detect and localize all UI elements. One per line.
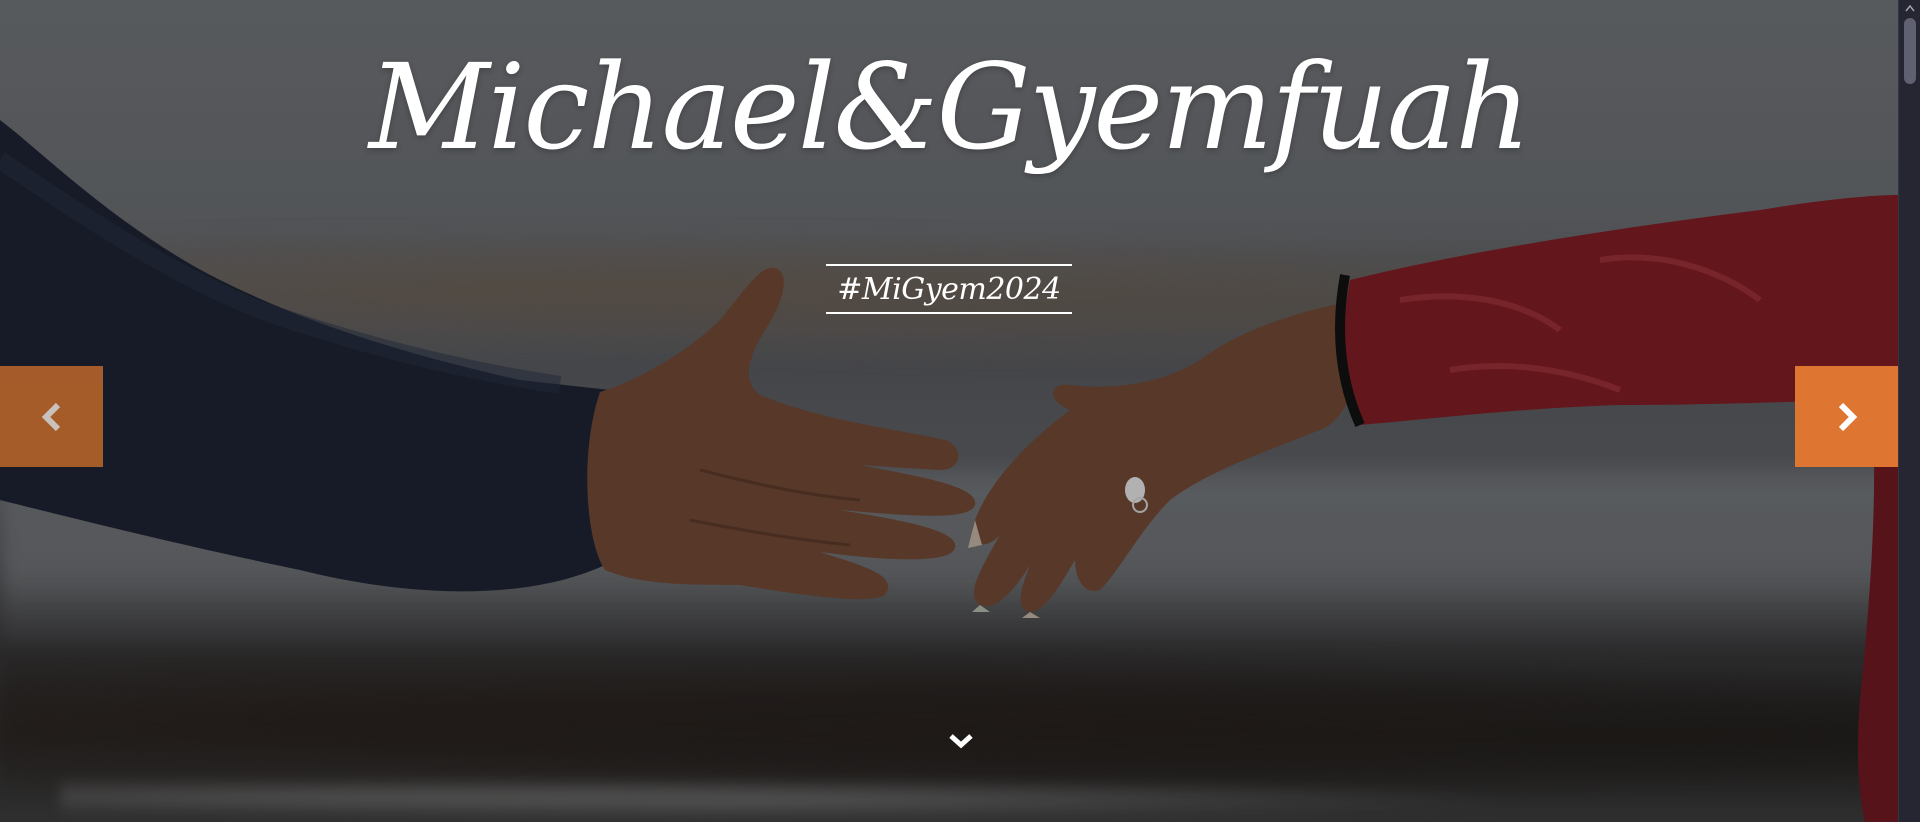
hero-slide: Michael&Gyemfuah #MiGyem2024 <box>0 0 1898 822</box>
scrollbar-thumb[interactable] <box>1904 18 1916 84</box>
chevron-left-icon <box>41 402 60 431</box>
hashtag-text: #MiGyem2024 <box>837 271 1061 307</box>
arrow-up-icon <box>1905 4 1915 12</box>
carousel-prev-button[interactable] <box>0 366 103 467</box>
page-scrollbar[interactable] <box>1898 0 1920 822</box>
hashtag-badge: #MiGyem2024 <box>826 264 1072 314</box>
chevron-right-icon <box>1838 402 1857 431</box>
scrollbar-up-button[interactable] <box>1900 0 1920 16</box>
couple-names-heading: Michael&Gyemfuah <box>368 38 1531 176</box>
chevron-down-icon <box>949 734 973 749</box>
carousel-next-button[interactable] <box>1795 366 1898 467</box>
scroll-down-button[interactable] <box>939 727 983 755</box>
